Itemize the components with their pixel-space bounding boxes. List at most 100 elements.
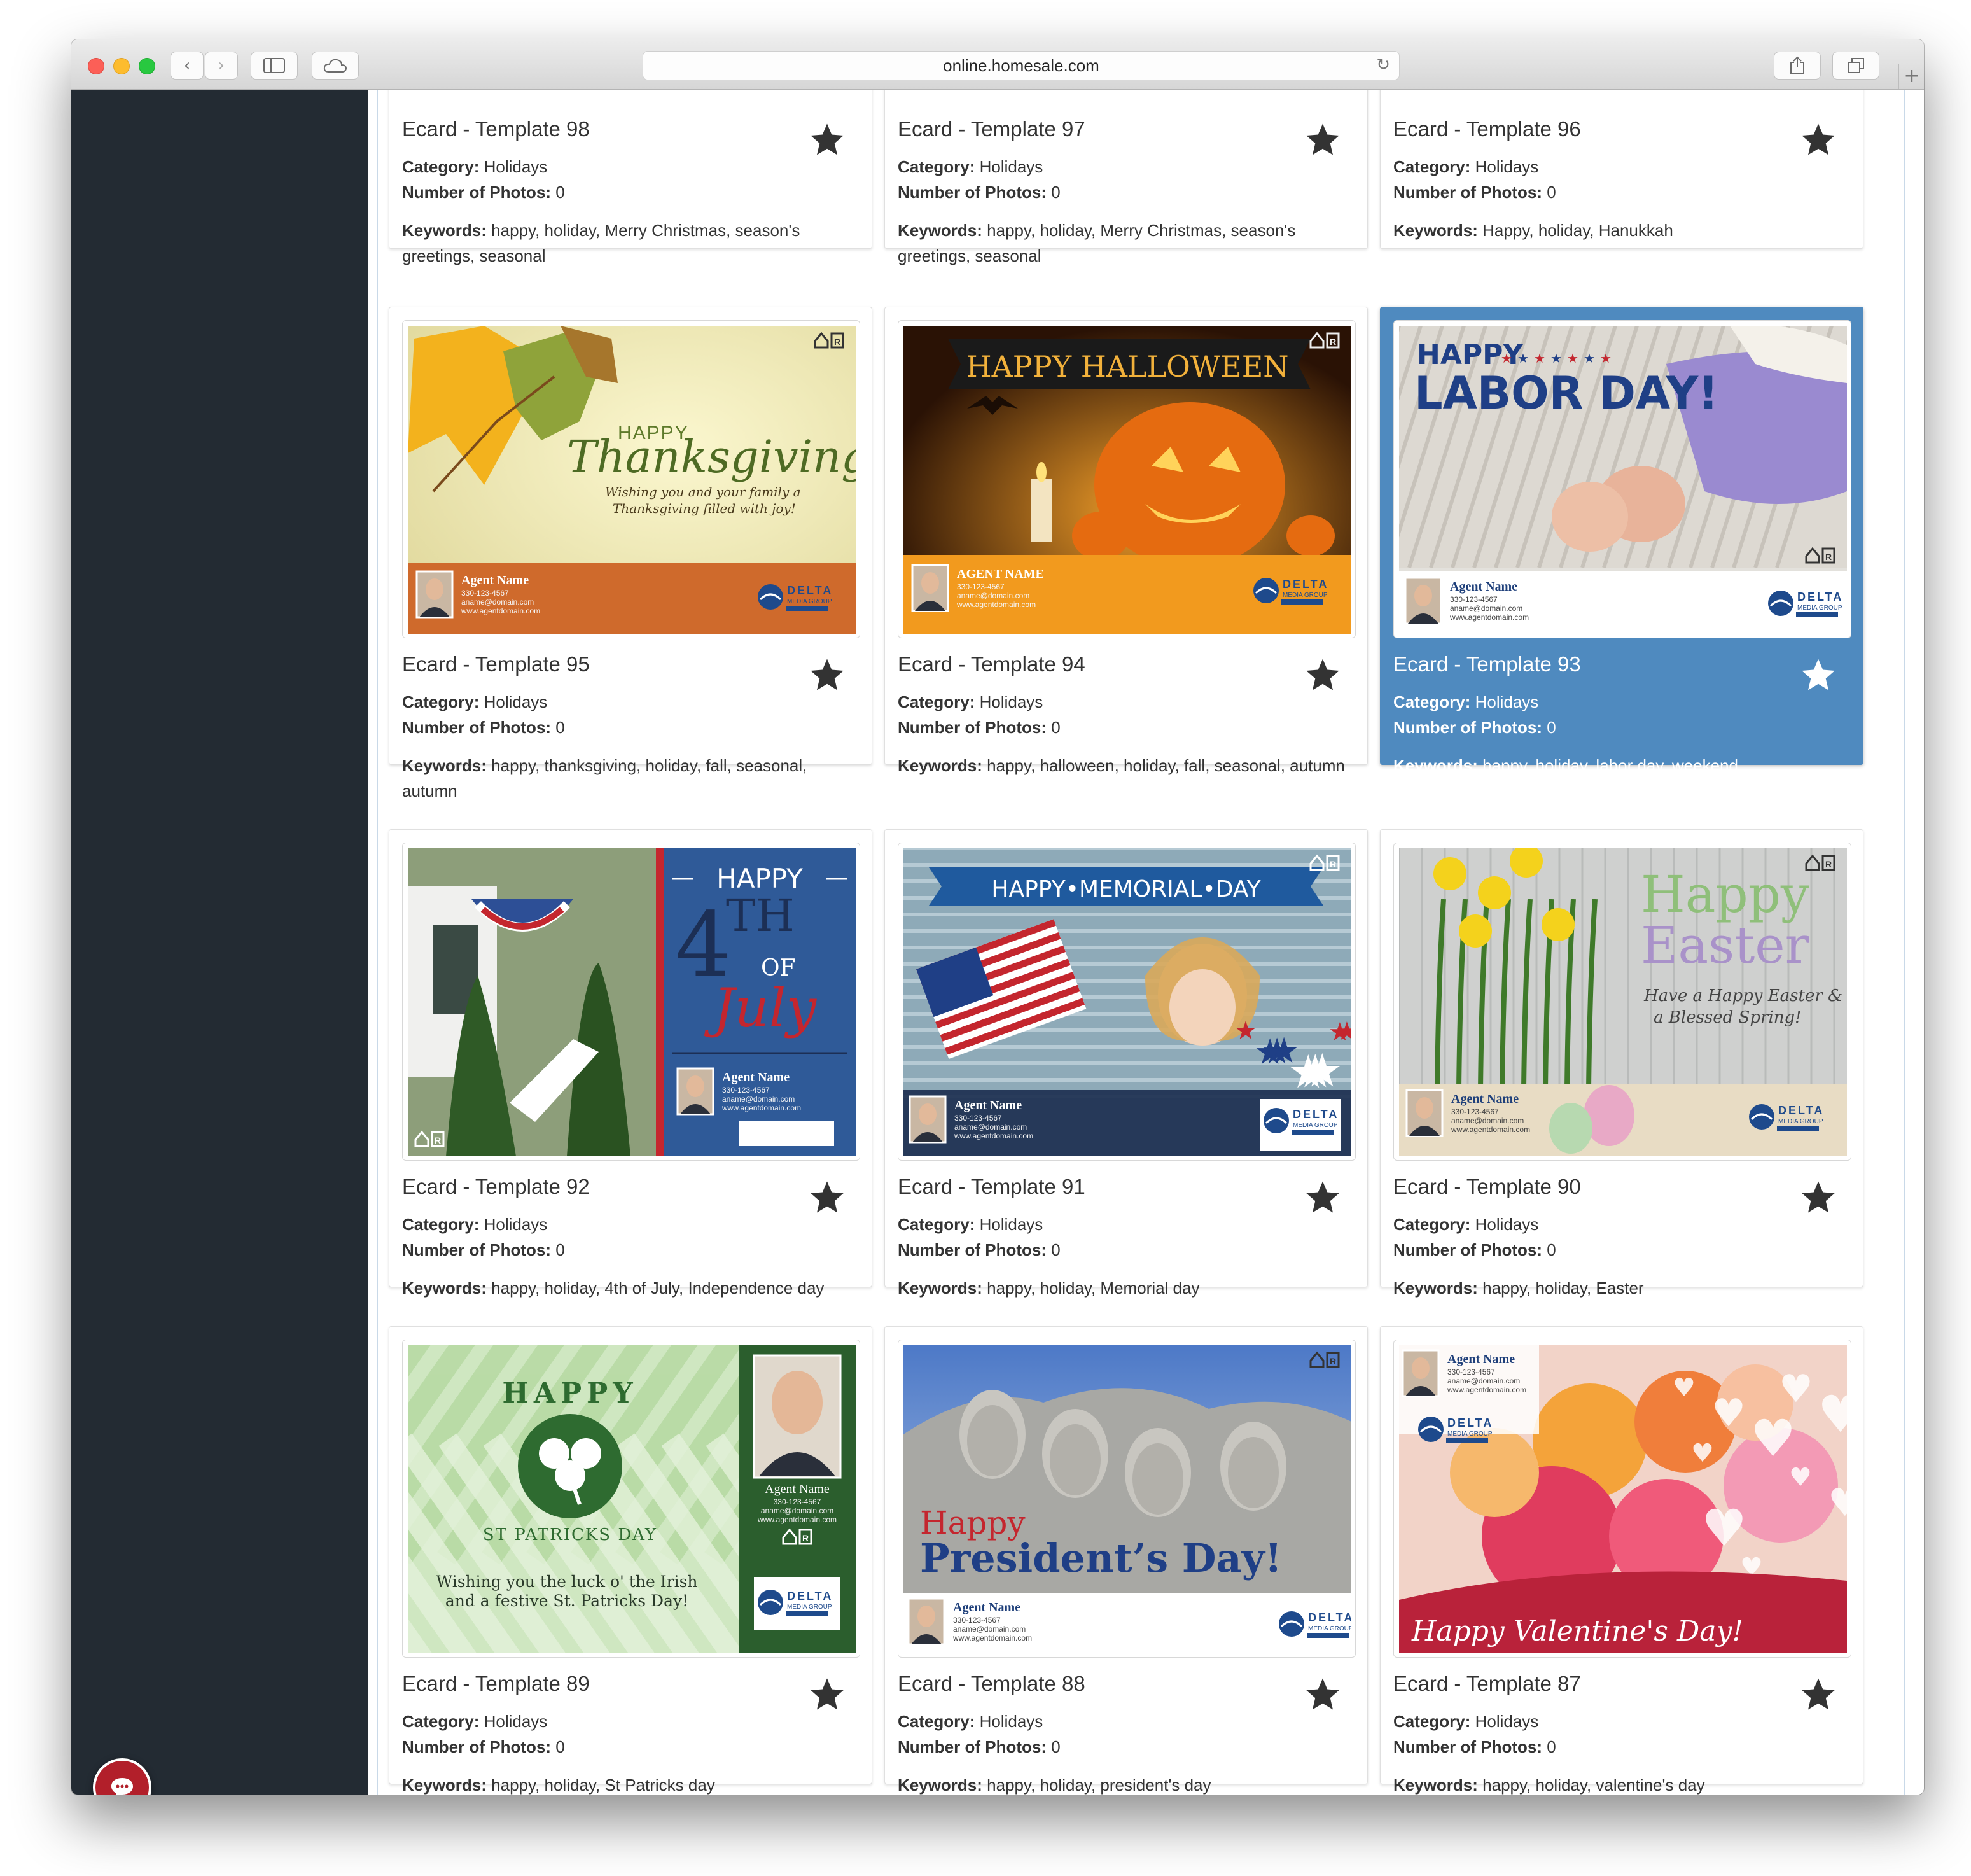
template-card[interactable]: HAPPY HALLOWEEN AGENT NAME 330-123-4567 …: [884, 307, 1368, 775]
template-thumbnail[interactable]: Happy President’s Day! Agent Name 330-12…: [898, 1340, 1356, 1658]
template-card[interactable]: HAPPY ST PATRICKS DAY Wishing you the lu…: [389, 1326, 872, 1795]
photos-label: Number of Photos:: [402, 1240, 551, 1259]
category-value: Holidays: [1475, 157, 1539, 176]
template-title[interactable]: Ecard - Template 96: [1393, 117, 1581, 141]
chat-button[interactable]: [93, 1758, 151, 1795]
template-title[interactable]: Ecard - Template 88: [898, 1672, 1085, 1696]
keywords-value: happy, holiday, labor day, weekend: [1482, 756, 1738, 775]
category-label: Category:: [1393, 692, 1471, 711]
agent-website: www.agentdomain.com: [1449, 613, 1529, 622]
template-thumbnail[interactable]: HAPPY LABOR DAY! ★ ★ ★ ★ ★ ★ ★ Agent Name 330-…: [1393, 320, 1851, 638]
tab-overview-button[interactable]: [1832, 52, 1879, 80]
template-thumbnail[interactable]: HAPPY ST PATRICKS DAY Wishing you the lu…: [402, 1340, 860, 1658]
template-title[interactable]: Ecard - Template 89: [402, 1672, 590, 1696]
template-card[interactable]: HAPPY Thanksgiving Wishing you and your …: [389, 307, 872, 801]
agent-email: aname@domain.com: [1451, 1116, 1524, 1125]
icloud-tabs-button[interactable]: [312, 52, 359, 80]
template-category: Category: Holidays: [402, 154, 867, 179]
ecard-preview-thanksgiving: HAPPY Thanksgiving Wishing you and your …: [408, 326, 856, 634]
template-thumbnail[interactable]: HAPPY 4 TH OF July Agent Name 330-123-45…: [402, 843, 860, 1161]
template-card[interactable]: HAPPY 4 TH OF July Agent Name 330-123-45…: [389, 829, 872, 1298]
template-thumbnail[interactable]: HAPPY Thanksgiving Wishing you and your …: [402, 320, 860, 638]
template-keywords: Keywords: Happy, holiday, Hanukkah: [1393, 218, 1858, 243]
sidebar-toggle-button[interactable]: [251, 52, 298, 80]
keywords-label: Keywords:: [402, 221, 487, 240]
ecard-preview-july4: HAPPY 4 TH OF July Agent Name 330-123-45…: [408, 848, 856, 1156]
svg-text:Wishing you the luck o' the Ir: Wishing you the luck o' the Irish: [436, 1572, 697, 1591]
svg-text:HAPPY: HAPPY: [502, 1377, 637, 1410]
template-card[interactable]: Ecard - Template 96 Category: Holidays Num…: [1380, 90, 1863, 249]
photos-label: Number of Photos:: [402, 1737, 551, 1756]
template-category: Category: Holidays: [898, 1709, 1362, 1734]
category-value: Holidays: [1475, 1712, 1539, 1731]
address-bar[interactable]: online.homesale.com ↻: [643, 51, 1400, 80]
svg-text:MEDIA GROUP: MEDIA GROUP: [1293, 1122, 1338, 1129]
keywords-label: Keywords:: [898, 756, 982, 775]
svg-text:R: R: [1825, 552, 1832, 562]
template-card[interactable]: Happy President’s Day! Agent Name 330-12…: [884, 1326, 1368, 1795]
photos-value: 0: [555, 718, 565, 737]
template-card[interactable]: ★★★★★★★★★ HAPPY•MEMORIAL•DAY Agent Name …: [884, 829, 1368, 1298]
template-photo-count: Number of Photos: 0: [1393, 179, 1858, 205]
favorite-star-icon[interactable]: [1304, 1179, 1342, 1217]
keywords-value: happy, halloween, holiday, fall, seasona…: [987, 756, 1345, 775]
photos-value: 0: [1051, 1737, 1061, 1756]
favorite-star-icon[interactable]: [1799, 1676, 1837, 1714]
agent-website: www.agentdomain.com: [1447, 1385, 1526, 1394]
template-thumbnail[interactable]: Happy Easter Have a Happy Easter & a Ble…: [1393, 843, 1851, 1161]
agent-email: aname@domain.com: [1447, 1376, 1520, 1385]
photos-value: 0: [1051, 1240, 1061, 1259]
template-title[interactable]: Ecard - Template 87: [1393, 1672, 1581, 1696]
template-title[interactable]: Ecard - Template 90: [1393, 1175, 1581, 1199]
zoom-window-button[interactable]: [139, 58, 155, 74]
favorite-star-icon[interactable]: [808, 1676, 846, 1714]
svg-text:R: R: [802, 1533, 809, 1543]
template-title[interactable]: Ecard - Template 94: [898, 652, 1085, 676]
svg-text:R: R: [1330, 1356, 1336, 1366]
minimize-window-button[interactable]: [113, 58, 130, 74]
favorite-star-icon[interactable]: [1304, 1676, 1342, 1714]
favorite-star-icon[interactable]: [808, 656, 846, 694]
svg-text:R: R: [834, 337, 840, 347]
share-button[interactable]: [1774, 52, 1821, 80]
template-card[interactable]: Ecard - Template 98 Category: Holidays Num…: [389, 90, 872, 265]
new-tab-button[interactable]: +: [1898, 64, 1924, 89]
template-keywords: Keywords: happy, holiday, valentine's da…: [1393, 1772, 1858, 1795]
svg-text:HAPPY•MEMORIAL•DAY: HAPPY•MEMORIAL•DAY: [991, 876, 1261, 902]
favorite-star-icon[interactable]: [1304, 121, 1342, 159]
photos-value: 0: [1547, 183, 1556, 202]
back-button[interactable]: ‹: [171, 52, 204, 80]
favorite-star-icon[interactable]: [1799, 1179, 1837, 1217]
agent-website: www.agentdomain.com: [954, 1131, 1033, 1140]
svg-text:♥: ♥: [1673, 1373, 1696, 1403]
template-title[interactable]: Ecard - Template 92: [402, 1175, 590, 1199]
keywords-label: Keywords:: [1393, 221, 1478, 240]
template-title[interactable]: Ecard - Template 93: [1393, 652, 1581, 676]
favorite-star-icon[interactable]: [1304, 656, 1342, 694]
photos-label: Number of Photos:: [1393, 183, 1542, 202]
template-card[interactable]: Happy Easter Have a Happy Easter & a Ble…: [1380, 829, 1863, 1298]
close-window-button[interactable]: [88, 58, 104, 74]
template-thumbnail[interactable]: HAPPY HALLOWEEN AGENT NAME 330-123-4567 …: [898, 320, 1356, 638]
svg-text:♥: ♥: [1750, 1409, 1796, 1468]
template-title[interactable]: Ecard - Template 95: [402, 652, 590, 676]
template-title[interactable]: Ecard - Template 91: [898, 1175, 1085, 1199]
template-grid: Ecard - Template 98 Category: Holidays Num…: [368, 90, 1924, 1795]
category-label: Category:: [402, 692, 480, 711]
reload-icon[interactable]: ↻: [1376, 55, 1390, 74]
favorite-star-icon[interactable]: [808, 121, 846, 159]
template-title[interactable]: Ecard - Template 98: [402, 117, 590, 141]
template-card[interactable]: ♥♥♥♥♥♥♥♥♥♥ Agent Name 330-123-4567 aname…: [1380, 1326, 1863, 1795]
template-card[interactable]: HAPPY LABOR DAY! ★ ★ ★ ★ ★ ★ ★ Agent Name 330-…: [1380, 307, 1863, 775]
favorite-star-icon[interactable]: [1799, 121, 1837, 159]
keywords-value: happy, holiday, president's day: [987, 1775, 1211, 1795]
forward-button[interactable]: ›: [205, 52, 238, 80]
agent-name: Agent Name: [953, 1600, 1020, 1614]
keywords-label: Keywords:: [1393, 1775, 1478, 1795]
template-thumbnail[interactable]: ★★★★★★★★★ HAPPY•MEMORIAL•DAY Agent Name …: [898, 843, 1356, 1161]
template-thumbnail[interactable]: ♥♥♥♥♥♥♥♥♥♥ Agent Name 330-123-4567 aname…: [1393, 1340, 1851, 1658]
favorite-star-icon[interactable]: [1799, 656, 1837, 694]
template-title[interactable]: Ecard - Template 97: [898, 117, 1085, 141]
template-card[interactable]: Ecard - Template 97 Category: Holidays Num…: [884, 90, 1368, 265]
favorite-star-icon[interactable]: [808, 1179, 846, 1217]
